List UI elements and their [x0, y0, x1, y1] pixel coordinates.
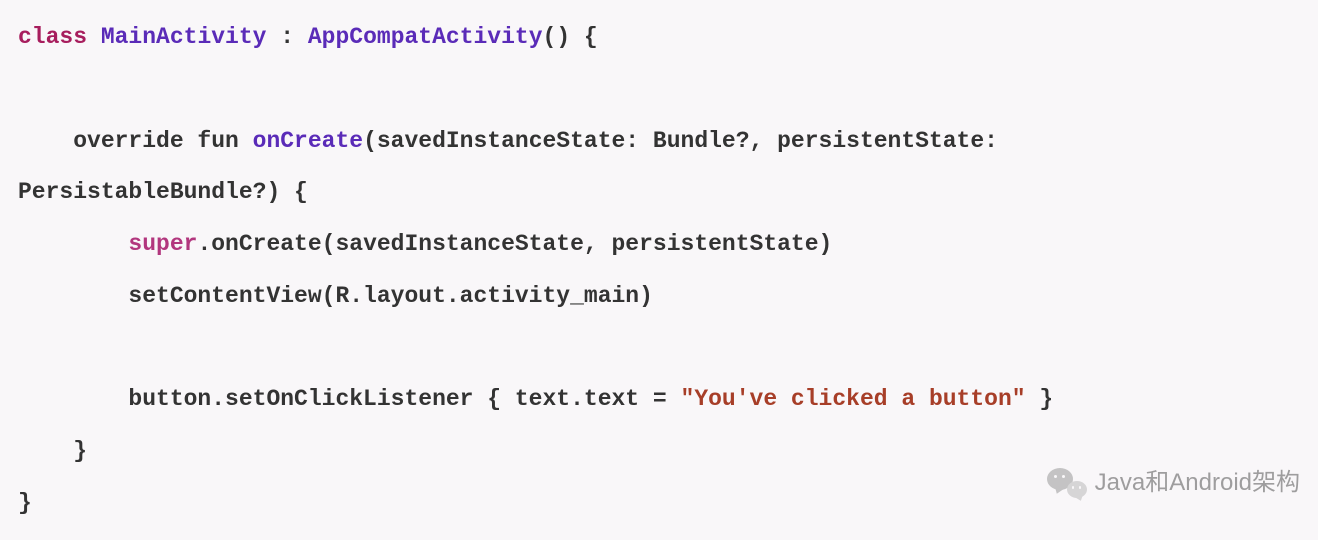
click-listener-pre: button.setOnClickListener { text.text = — [18, 386, 681, 412]
fn-oncreate: onCreate — [253, 128, 363, 154]
class-name: MainActivity — [101, 24, 280, 50]
colon: : — [280, 24, 308, 50]
keyword-class: class — [18, 24, 87, 50]
superclass-name: AppCompatActivity — [308, 24, 543, 50]
string-literal: "You've clicked a button" — [681, 386, 1026, 412]
super-call: .onCreate(savedInstanceState, persistent… — [197, 231, 832, 257]
code-line-8: } — [18, 490, 32, 516]
code-line-7: } — [18, 438, 87, 464]
code-block: class MainActivity : AppCompatActivity()… — [0, 0, 1318, 530]
code-line-5: setContentView(R.layout.activity_main) — [18, 283, 653, 309]
code-line-3: PersistableBundle?) { — [18, 179, 308, 205]
code-line-1: class MainActivity : AppCompatActivity()… — [18, 24, 598, 50]
code-line-4: super.onCreate(savedInstanceState, persi… — [18, 231, 832, 257]
tail: () { — [543, 24, 598, 50]
code-line-2: override fun onCreate(savedInstanceState… — [18, 128, 1012, 154]
override-fun: override fun — [18, 128, 253, 154]
click-listener-tail: } — [1026, 386, 1054, 412]
code-line-6: button.setOnClickListener { text.text = … — [18, 386, 1053, 412]
keyword-super: super — [128, 231, 197, 257]
args-part: (savedInstanceState: Bundle?, persistent… — [363, 128, 1012, 154]
indent — [18, 231, 128, 257]
